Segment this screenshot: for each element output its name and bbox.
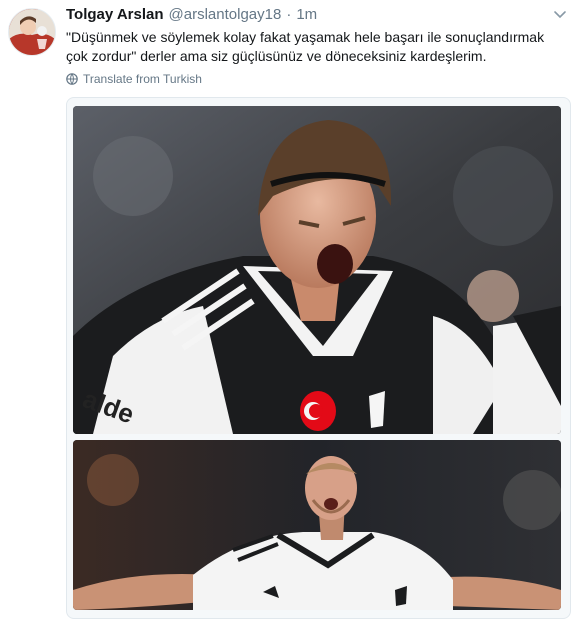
tweet-timestamp[interactable]: 1m [296,6,317,23]
tweet-text: "Düşünmek ve söylemek kolay fakat yaşama… [66,29,545,64]
avatar[interactable] [8,8,56,56]
author-handle[interactable]: @arslantolgay18 [169,6,282,23]
globe-icon [66,73,78,85]
tweet-photo-2[interactable] [73,440,561,610]
player-photo-1: alde [73,106,561,434]
author-name[interactable]: Tolgay Arslan [66,6,164,23]
translate-label: Translate from Turkish [83,72,202,86]
avatar-image [9,9,55,55]
chevron-down-icon[interactable] [552,6,568,22]
translate-link[interactable]: Translate from Turkish [66,72,202,86]
tweet-photo-1[interactable]: alde [73,106,561,434]
tweet-header: Tolgay Arslan @arslantolgay18 · 1m [66,6,317,26]
player-photo-2 [73,440,561,610]
separator: · [286,6,292,23]
